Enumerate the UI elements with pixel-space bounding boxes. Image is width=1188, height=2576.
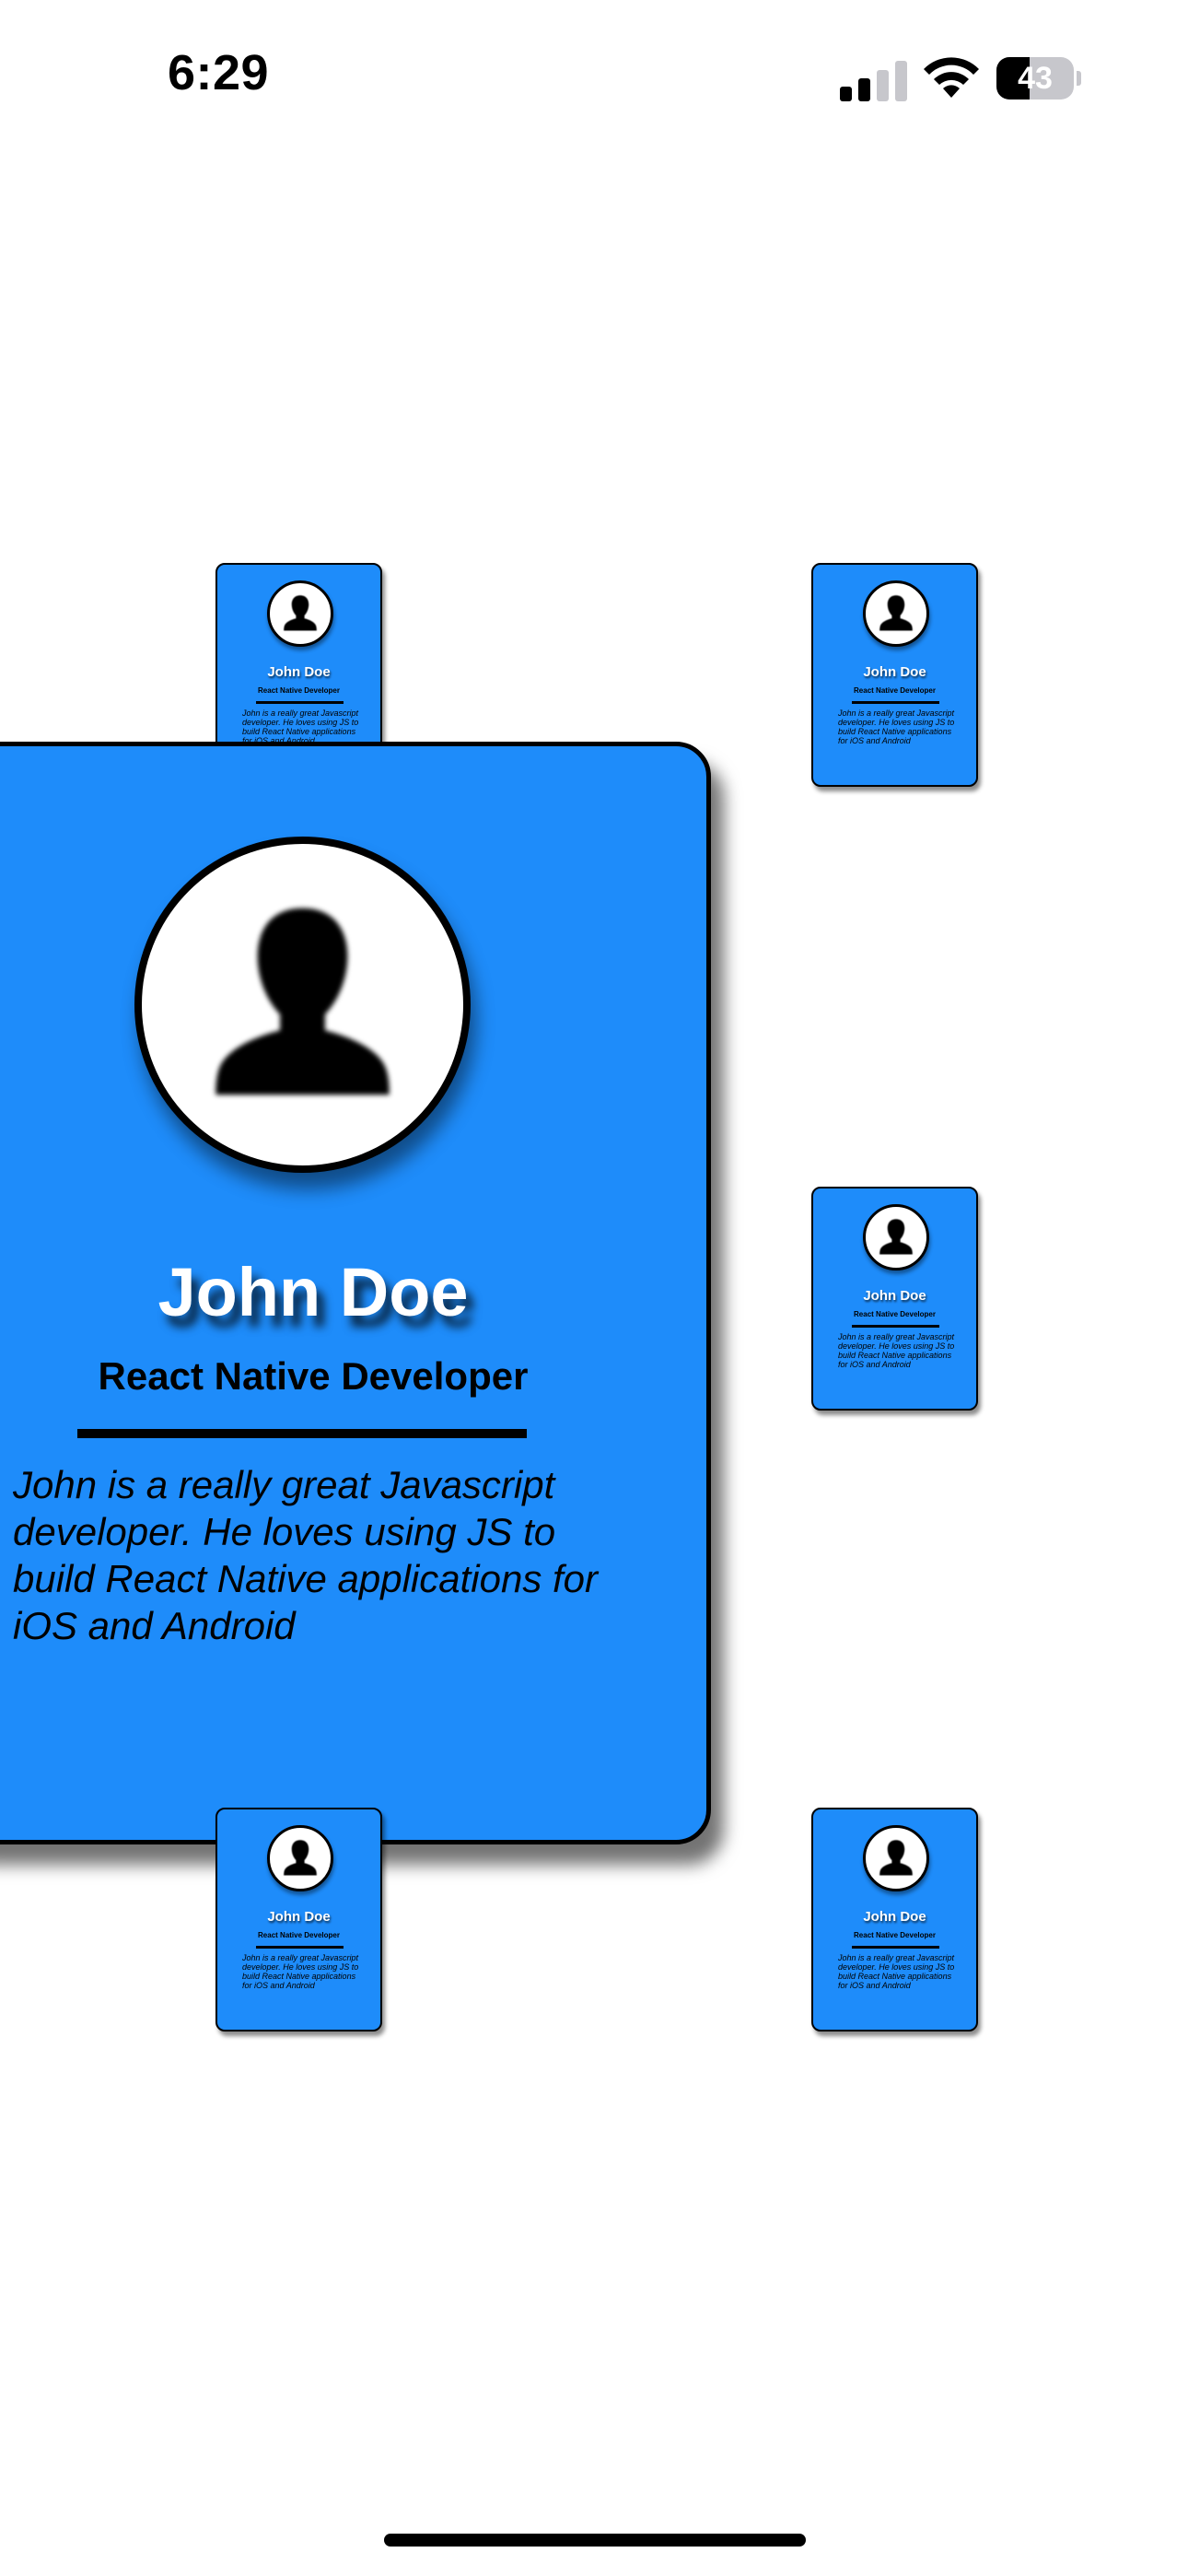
profile-title: React Native Developer xyxy=(854,686,936,695)
profile-title: React Native Developer xyxy=(98,1354,529,1398)
profile-name: John Doe xyxy=(863,1909,926,1925)
profile-card-mini[interactable]: John Doe React Native Developer John is … xyxy=(215,1808,382,2032)
profile-name: John Doe xyxy=(863,664,926,680)
profile-bio: John is a really great Javascript develo… xyxy=(838,1953,955,1990)
divider xyxy=(256,1946,344,1949)
profile-title: React Native Developer xyxy=(854,1931,936,1939)
home-indicator[interactable] xyxy=(384,2534,806,2547)
app-screen: 6:29 43 John Doe React Native Developer … xyxy=(0,0,1188,2576)
battery-icon: 43 xyxy=(996,57,1081,100)
divider xyxy=(256,701,344,704)
profile-bio: John is a really great Javascript develo… xyxy=(838,1332,955,1369)
profile-card-mini[interactable]: John Doe React Native Developer John is … xyxy=(811,1808,978,2032)
profile-name: John Doe xyxy=(863,1288,926,1304)
profile-name: John Doe xyxy=(267,1909,331,1925)
avatar-icon xyxy=(863,580,929,647)
profile-name: John Doe xyxy=(157,1254,469,1330)
profile-bio: John is a really great Javascript develo… xyxy=(838,708,955,745)
avatar-icon xyxy=(863,1204,929,1270)
profile-bio: John is a really great Javascript develo… xyxy=(242,1953,359,1990)
divider xyxy=(852,1325,939,1328)
wifi-icon xyxy=(921,55,982,101)
profile-bio: John is a really great Javascript develo… xyxy=(13,1463,599,1647)
profile-name: John Doe xyxy=(267,664,331,680)
divider xyxy=(77,1429,527,1438)
profile-card-featured[interactable]: John Doe React Native Developer John is … xyxy=(0,742,711,1844)
profile-card-mini[interactable]: John Doe React Native Developer John is … xyxy=(811,1187,978,1411)
cellular-signal-icon xyxy=(840,61,908,101)
avatar-icon xyxy=(267,1825,333,1891)
status-time: 6:29 xyxy=(168,45,270,100)
profile-card-mini[interactable]: John Doe React Native Developer John is … xyxy=(811,563,978,787)
divider xyxy=(852,701,939,704)
avatar-icon xyxy=(134,837,471,1173)
profile-title: React Native Developer xyxy=(258,686,340,695)
profile-bio: John is a really great Javascript develo… xyxy=(242,708,359,745)
avatar-icon xyxy=(863,1825,929,1891)
avatar-icon xyxy=(267,580,333,647)
divider xyxy=(852,1946,939,1949)
profile-title: React Native Developer xyxy=(854,1310,936,1318)
profile-title: React Native Developer xyxy=(258,1931,340,1939)
battery-level-text: 43 xyxy=(1018,61,1053,96)
